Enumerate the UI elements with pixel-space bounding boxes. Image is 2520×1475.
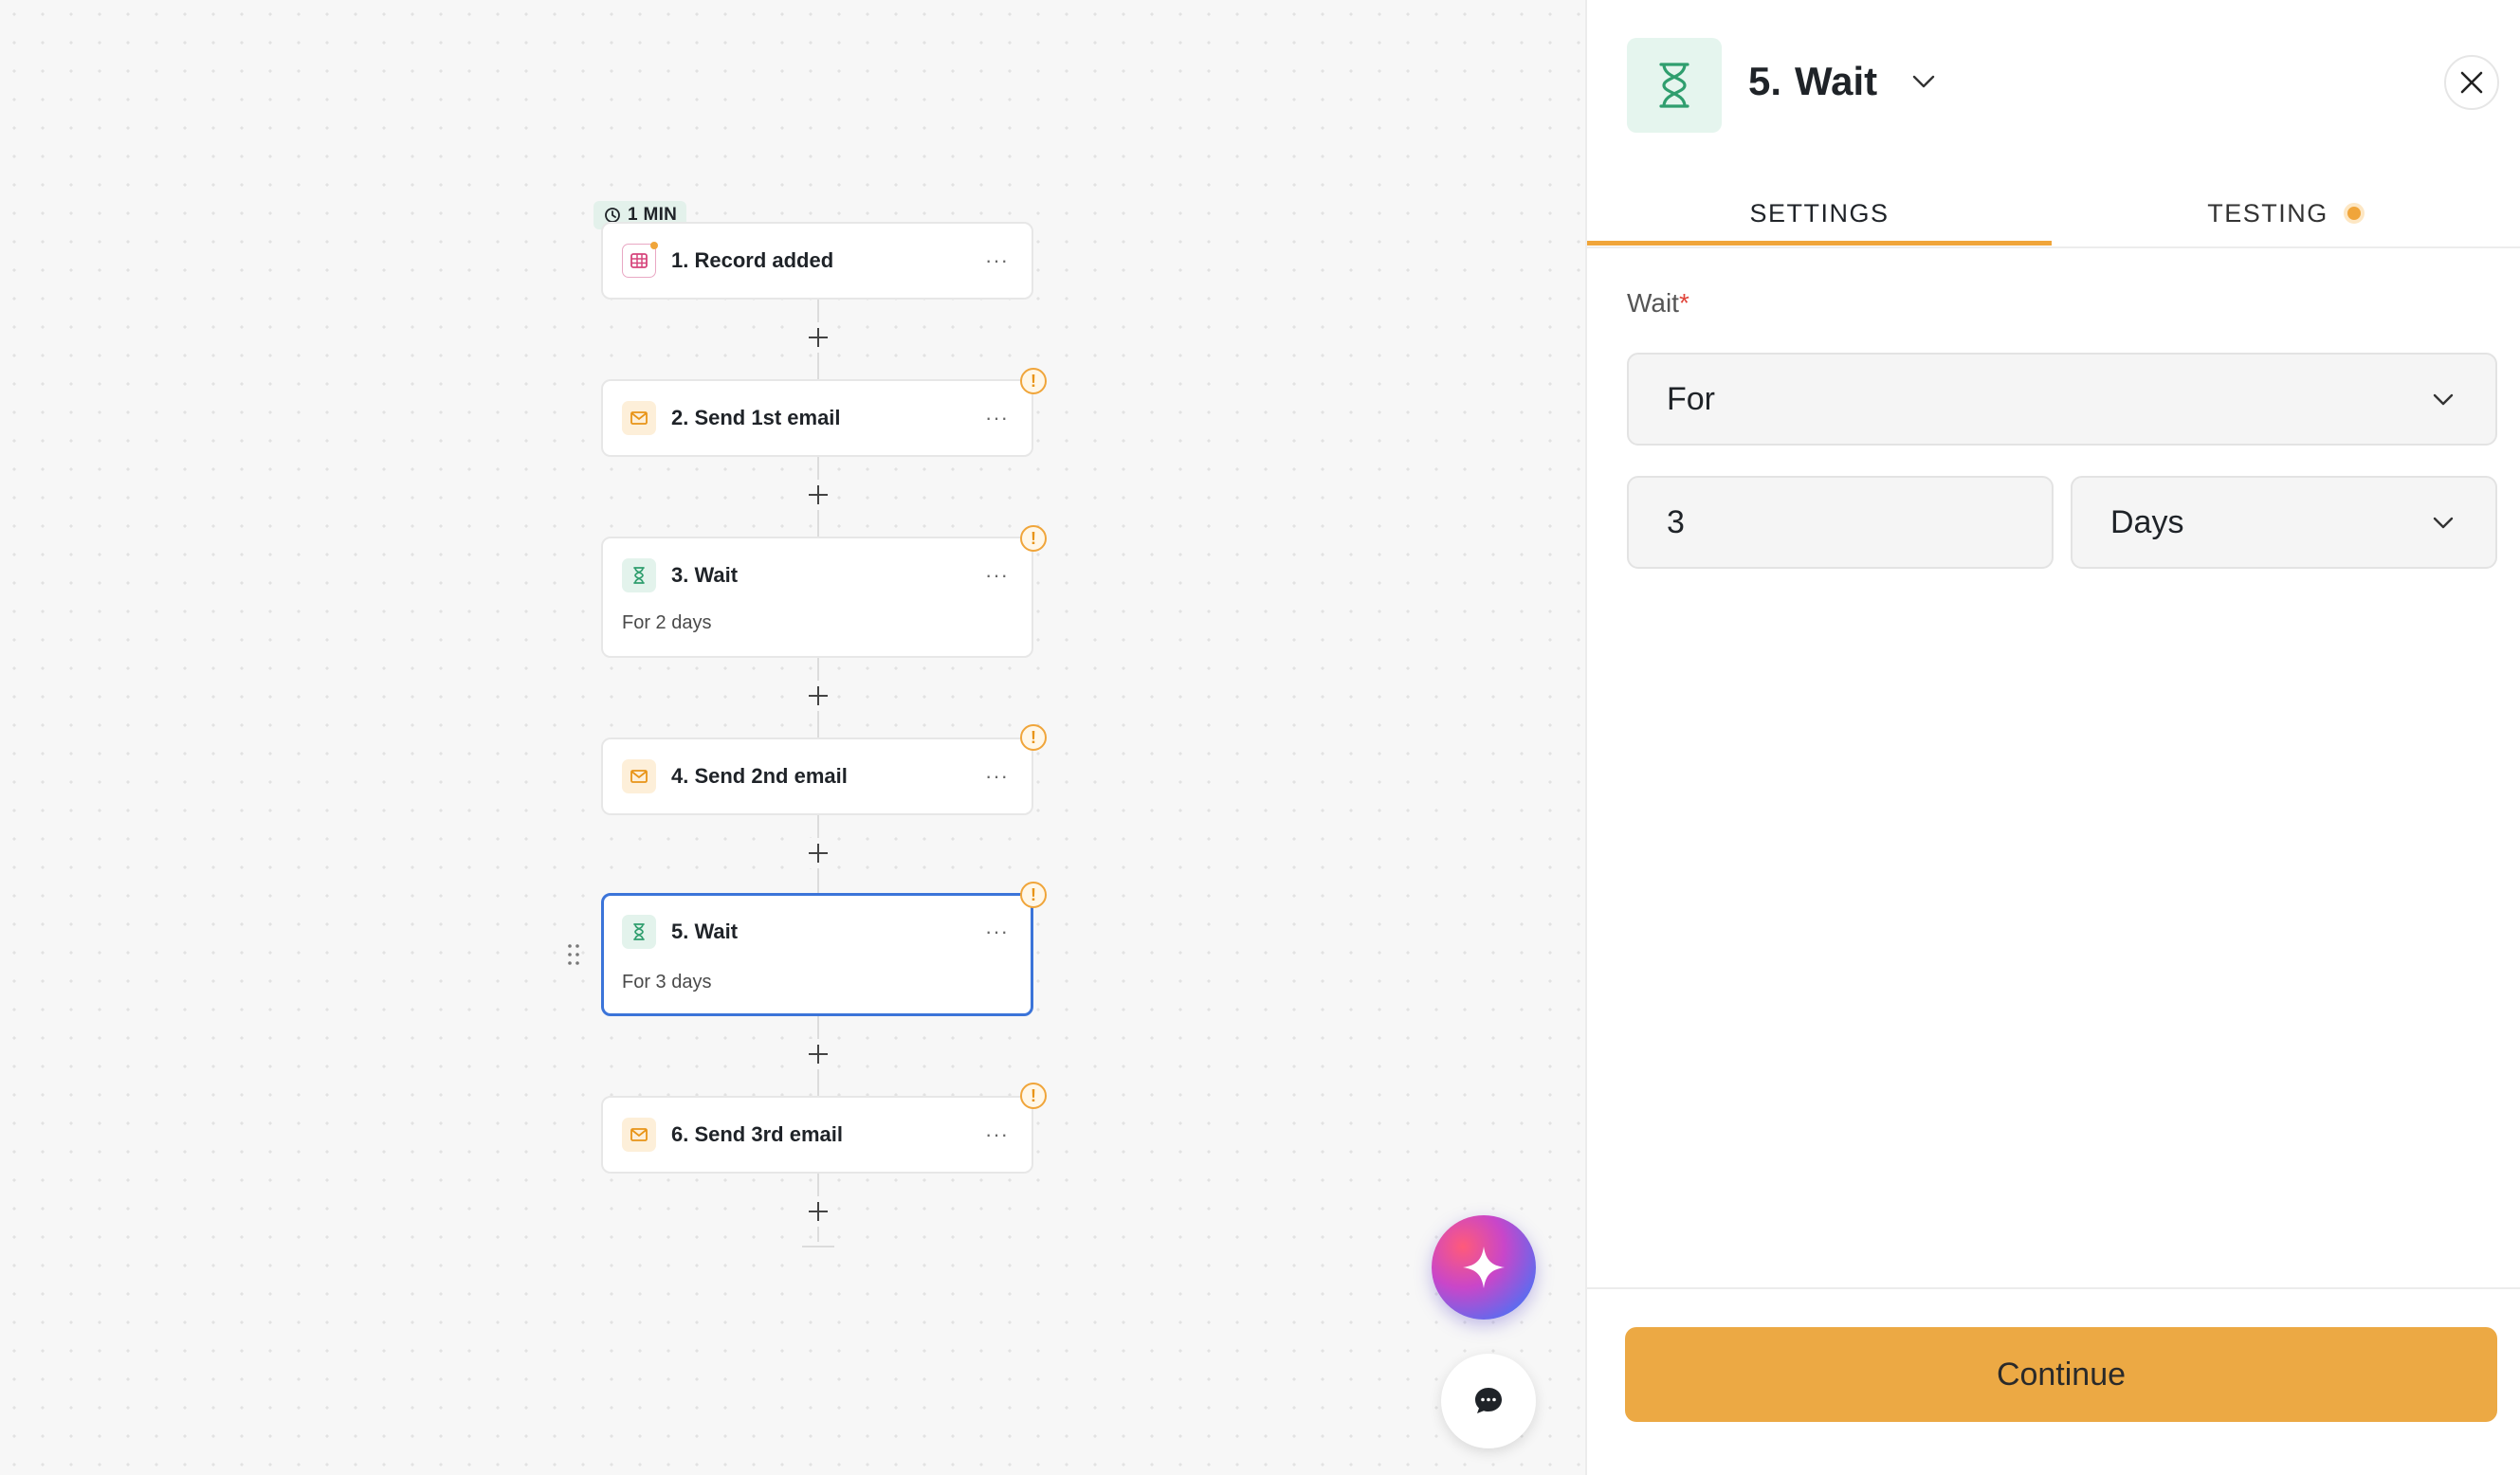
step-card-send-1st-email[interactable]: 2. Send 1st email ··· (601, 379, 1033, 457)
plus-icon (809, 686, 828, 705)
warning-icon[interactable]: ! (1020, 724, 1047, 751)
active-tab-indicator (1587, 241, 2052, 246)
wait-mode-select[interactable]: For (1627, 353, 2497, 446)
drag-handle-icon[interactable] (567, 942, 580, 967)
step-card-record-added[interactable]: 1. Record added ··· (601, 222, 1033, 300)
close-icon (2460, 71, 2483, 94)
warning-icon[interactable]: ! (1020, 368, 1047, 394)
hourglass-icon (622, 558, 656, 592)
hourglass-icon (1627, 38, 1722, 133)
step-menu-button[interactable]: ··· (981, 563, 1013, 588)
hourglass-icon (622, 915, 656, 949)
trigger-status-dot (650, 242, 658, 249)
step-menu-button[interactable]: ··· (981, 406, 1013, 430)
warning-icon[interactable]: ! (1020, 525, 1047, 552)
chevron-down-icon[interactable] (1908, 65, 1940, 98)
plus-icon (809, 1045, 828, 1064)
step-menu-button[interactable]: ··· (981, 764, 1013, 789)
table-icon (622, 242, 658, 278)
plus-icon (809, 328, 828, 347)
required-marker: * (1678, 288, 1689, 318)
step-title: 1. Record added (671, 248, 834, 272)
panel-title-number: 5. (1748, 59, 1782, 103)
step-settings-panel: 5. Wait SETTINGS TESTING Wait* For 3 Day… (1585, 0, 2520, 1475)
warning-icon[interactable]: ! (1020, 1083, 1047, 1109)
step-title: 4. Send 2nd email (671, 764, 848, 788)
step-title: 6. Send 3rd email (671, 1122, 843, 1146)
wait-amount-value: 3 (1667, 503, 1685, 540)
panel-footer: Continue (1587, 1287, 2520, 1475)
panel-tabs: SETTINGS TESTING (1587, 180, 2520, 248)
step-card-wait-3[interactable]: 3. Wait ··· For 2 days (601, 537, 1033, 658)
step-title: 2. Send 1st email (671, 406, 841, 429)
wait-unit-select[interactable]: Days (2071, 476, 2497, 569)
chat-button[interactable] (1441, 1354, 1536, 1448)
wait-mode-value: For (1667, 380, 1715, 417)
step-card-send-2nd-email[interactable]: 4. Send 2nd email ··· (601, 738, 1033, 815)
tab-label: SETTINGS (1749, 198, 1890, 228)
plus-icon (809, 844, 828, 863)
mail-icon (622, 759, 656, 793)
step-title: 3. Wait (671, 563, 739, 587)
wait-label-text: Wait (1627, 288, 1679, 318)
close-panel-button[interactable] (2444, 55, 2499, 110)
workflow-canvas[interactable]: 1 MIN 1. Record added ··· 2. Send 1st em… (0, 0, 1585, 1475)
step-card-wait-5-selected[interactable]: 5. Wait ··· For 3 days (601, 893, 1033, 1016)
add-step-button[interactable] (803, 681, 833, 711)
warning-icon[interactable]: ! (1020, 882, 1047, 908)
tab-label: TESTING (2207, 198, 2328, 228)
wait-unit-value: Days (2110, 503, 2184, 540)
sparkle-icon (1463, 1247, 1505, 1288)
step-subtitle: For 3 days (622, 972, 712, 992)
plus-icon (809, 1202, 828, 1221)
add-step-button[interactable] (803, 838, 833, 868)
tab-testing[interactable]: TESTING (2052, 180, 2520, 246)
chat-bubble-icon (1475, 1388, 1502, 1413)
step-menu-button[interactable]: ··· (981, 920, 1013, 944)
tab-settings[interactable]: SETTINGS (1587, 180, 2052, 246)
wait-amount-input[interactable]: 3 (1627, 476, 2054, 569)
wait-field-label: Wait* (1627, 288, 1689, 319)
flow-end-cap (802, 1246, 834, 1247)
panel-title[interactable]: 5. Wait (1748, 59, 1940, 104)
step-subtitle: For 2 days (622, 612, 712, 633)
add-step-button[interactable] (803, 480, 833, 510)
add-step-button[interactable] (803, 322, 833, 353)
step-title: 5. Wait (671, 920, 739, 943)
panel-title-text: Wait (1795, 59, 1878, 103)
continue-button[interactable]: Continue (1625, 1327, 2497, 1422)
chevron-down-icon (2433, 517, 2454, 529)
testing-status-dot (2343, 203, 2365, 224)
step-menu-button[interactable]: ··· (981, 248, 1013, 273)
add-step-button[interactable] (803, 1039, 833, 1069)
ai-assistant-button[interactable] (1432, 1215, 1536, 1320)
plus-icon (809, 485, 828, 504)
mail-icon (622, 1118, 656, 1152)
step-card-send-3rd-email[interactable]: 6. Send 3rd email ··· (601, 1096, 1033, 1174)
add-step-button[interactable] (803, 1196, 833, 1227)
continue-label: Continue (1996, 1356, 2127, 1393)
step-menu-button[interactable]: ··· (981, 1122, 1013, 1147)
chevron-down-icon (2433, 393, 2454, 406)
mail-icon (622, 401, 656, 435)
